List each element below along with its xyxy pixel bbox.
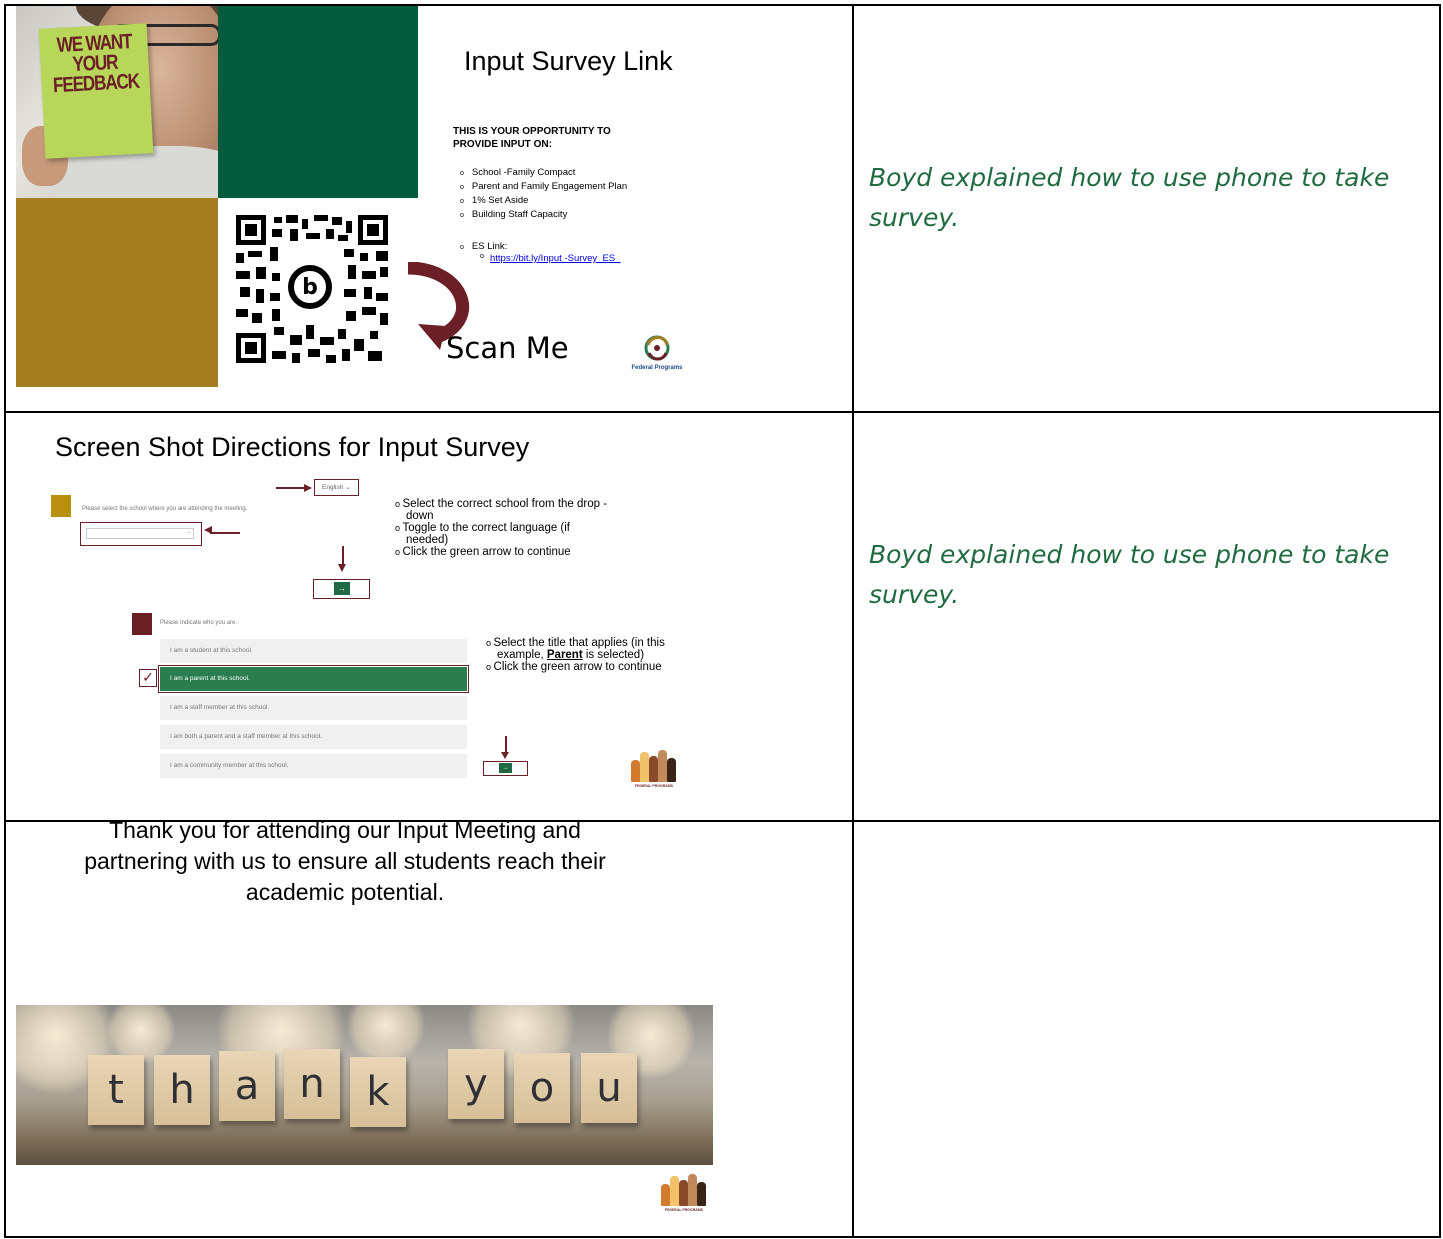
choice-student[interactable]: I am a student at this school. (160, 639, 467, 663)
es-link-label: ES Link: (460, 240, 507, 254)
federal-programs-logo-text: Federal Programs (631, 365, 683, 371)
es-survey-link[interactable]: https://bit.ly/Input -Survey_ES_ (490, 253, 620, 264)
table-border-middle (852, 4, 854, 1237)
letter-tile: n (284, 1049, 340, 1119)
list-item: Parent and Family Engagement Plan (460, 180, 627, 194)
arrow-down-icon (338, 564, 346, 572)
arrow-left-icon (204, 526, 212, 534)
chevron-down-icon: ⌄ (86, 528, 194, 539)
list-item: School -Family Compact (460, 166, 627, 180)
input-topics-list: School -Family Compact Parent and Family… (460, 166, 627, 222)
note-row-2: Boyd explained how to use phone to take … (869, 540, 1390, 609)
thank-you-tiles-photo: t h a n k y o u (16, 1005, 713, 1165)
gold-color-block (16, 198, 218, 387)
table-border-bottom (4, 1236, 1441, 1238)
choice-parent-and-staff[interactable]: I am both a parent and a staff member at… (160, 725, 467, 749)
list-item: 1% Set Aside (460, 194, 627, 208)
letter-tile: t (88, 1055, 144, 1125)
thank-you-message: Thank you for attending our Input Meetin… (84, 817, 606, 905)
arrow-down-icon (501, 752, 509, 759)
list-item: Select the title that applies (in this e… (486, 637, 671, 661)
slide-title: Screen Shot Directions for Input Survey (55, 432, 530, 462)
list-item: Select the correct school from the drop … (395, 498, 610, 522)
gold-marker (51, 495, 71, 517)
table-border-right (1439, 4, 1441, 1237)
chevron-down-icon: ⌄ (345, 484, 351, 491)
bitly-logo-icon: b (288, 265, 332, 309)
continue-arrow-highlight: → (313, 579, 370, 599)
instructions-top: Select the correct school from the drop … (395, 498, 610, 558)
list-item: Click the green arrow to continue (486, 661, 671, 673)
continue-arrow-button[interactable]: → (499, 763, 512, 773)
letter-tile: y (448, 1049, 504, 1119)
school-dropdown[interactable]: ⌄ (80, 522, 202, 546)
letter-tile: h (154, 1055, 210, 1125)
green-color-block (218, 6, 418, 198)
table-border-row1 (4, 411, 1441, 413)
list-item: Building Staff Capacity (460, 208, 627, 222)
scan-me-label: Scan Me (446, 331, 569, 365)
school-prompt: Please select the school where you are a… (82, 506, 248, 512)
table-border-left (4, 4, 6, 1237)
arrow-right-icon (304, 484, 312, 492)
instructions-bottom: Select the title that applies (in this e… (486, 637, 671, 673)
continue-arrow-button[interactable]: → (334, 582, 350, 595)
qr-code[interactable]: b (236, 215, 388, 363)
choice-staff[interactable]: I am a staff member at this school. (160, 696, 467, 720)
who-prompt: Please Indicate who you are. (160, 620, 238, 626)
feedback-photo: WE WANT YOUR FEEDBACK (16, 6, 218, 198)
federal-programs-swirl-icon (644, 335, 670, 361)
federal-programs-logo-text: FEDERAL PROGRAMS (664, 1208, 704, 1212)
letter-tile: o (514, 1053, 570, 1123)
choice-community[interactable]: I am a community member at this school. (160, 754, 467, 778)
list-item: Click the green arrow to continue (395, 546, 610, 558)
choice-parent[interactable]: I am a parent at this school. (158, 665, 469, 693)
note-row-1: Boyd explained how to use phone to take … (869, 163, 1390, 232)
checkmark-icon: ✓ (139, 669, 157, 687)
federal-programs-hands-logo: FEDERAL PROGRAMS (655, 1170, 713, 1214)
federal-programs-hands-logo: FEDERAL PROGRAMS (625, 746, 683, 790)
language-toggle[interactable]: English ⌄ (314, 479, 359, 496)
slide-title: Input Survey Link (464, 46, 673, 76)
letter-tile: k (350, 1057, 406, 1127)
federal-programs-logo: Federal Programs (612, 333, 702, 379)
feedback-sticky-note: WE WANT YOUR FEEDBACK (38, 23, 154, 159)
maroon-marker (132, 613, 152, 635)
list-item: Toggle to the correct language (if neede… (395, 522, 610, 546)
federal-programs-logo-text: FEDERAL PROGRAMS (634, 784, 674, 788)
letter-tile: a (219, 1051, 275, 1121)
letter-tile: u (581, 1053, 637, 1123)
continue-arrow-highlight: → (483, 761, 528, 776)
opportunity-heading: THIS IS YOUR OPPORTUNITY TO PROVIDE INPU… (453, 126, 611, 150)
